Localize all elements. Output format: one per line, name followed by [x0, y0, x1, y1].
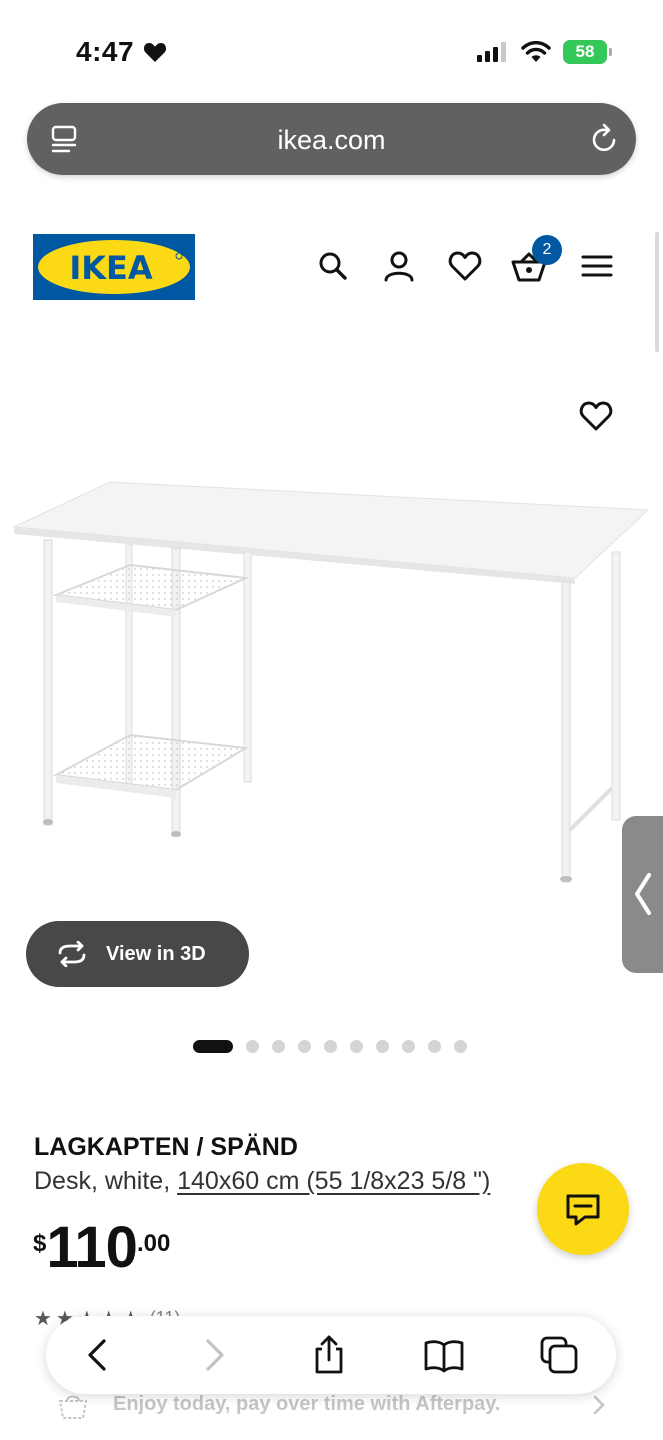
status-bar: 4:47 58 — [0, 0, 663, 100]
chat-button[interactable] — [537, 1163, 629, 1255]
status-indicators: 58 — [477, 40, 612, 64]
product-size-link[interactable]: 140x60 cm (55 1/8x23 5/8 ") — [177, 1167, 490, 1195]
search-icon[interactable] — [315, 246, 351, 286]
image-carousel-dots — [193, 1039, 467, 1053]
menu-icon[interactable] — [579, 246, 615, 286]
chevron-right-icon — [593, 1395, 605, 1415]
share-icon[interactable] — [309, 1335, 349, 1375]
chat-bubble-icon — [566, 1194, 600, 1226]
save-to-favorites-icon[interactable] — [578, 398, 614, 434]
url-bar[interactable]: ikea.com — [27, 103, 636, 175]
favorites-icon[interactable] — [447, 246, 483, 286]
scroll-indicator — [655, 232, 659, 352]
product-description: Desk, white, 140x60 cm (55 1/8x23 5/8 ") — [34, 1167, 490, 1196]
battery-level: 58 — [575, 42, 595, 61]
product-description-text: Desk, white, — [34, 1167, 178, 1195]
cart-count-badge: 2 — [532, 235, 562, 265]
carousel-dot[interactable] — [376, 1039, 389, 1053]
carousel-dot[interactable] — [324, 1039, 337, 1053]
carousel-dot[interactable] — [193, 1039, 233, 1053]
carousel-dot[interactable] — [246, 1039, 259, 1053]
back-icon[interactable] — [78, 1335, 118, 1375]
chevron-left-icon — [635, 873, 651, 915]
carousel-dot[interactable] — [428, 1039, 441, 1053]
price-decimals: .00 — [136, 1230, 171, 1257]
afterpay-text: Enjoy today, pay over time with Afterpay… — [113, 1393, 501, 1415]
account-icon[interactable] — [381, 246, 417, 286]
carousel-dot[interactable] — [454, 1039, 467, 1053]
shopping-bag-icon — [58, 1395, 88, 1419]
product-price: $ 110 .00 — [33, 1218, 170, 1278]
price-currency: $ — [33, 1230, 47, 1257]
url-text[interactable]: ikea.com — [27, 125, 636, 156]
cellular-signal-icon — [477, 42, 506, 62]
status-time: 4:47 — [76, 36, 135, 67]
carousel-dot[interactable] — [402, 1039, 415, 1053]
product-image-desk[interactable] — [0, 470, 663, 890]
heart-status-icon — [143, 43, 167, 62]
reload-icon[interactable] — [590, 123, 620, 155]
bookmarks-icon[interactable] — [424, 1335, 464, 1375]
price-integer: 110 — [46, 1215, 138, 1280]
product-name: LAGKAPTEN / SPÄND — [34, 1133, 298, 1161]
side-drawer-tab[interactable] — [622, 816, 663, 973]
carousel-dot[interactable] — [350, 1039, 363, 1053]
carousel-dot[interactable] — [298, 1039, 311, 1053]
rotate-3d-icon — [58, 941, 86, 967]
wifi-icon — [521, 41, 551, 62]
forward-icon[interactable] — [194, 1335, 234, 1375]
ikea-logo-text: IKEA — [69, 249, 153, 287]
browser-toolbar — [46, 1316, 616, 1394]
tabs-icon[interactable] — [539, 1335, 579, 1375]
carousel-dot[interactable] — [272, 1039, 285, 1053]
view-in-3d-label: View in 3D — [106, 942, 206, 965]
view-in-3d-button[interactable]: View in 3D — [26, 921, 249, 987]
ikea-logo[interactable]: IKEA — [33, 234, 195, 300]
cart-count: 2 — [542, 241, 552, 258]
battery-indicator: 58 — [563, 40, 612, 64]
